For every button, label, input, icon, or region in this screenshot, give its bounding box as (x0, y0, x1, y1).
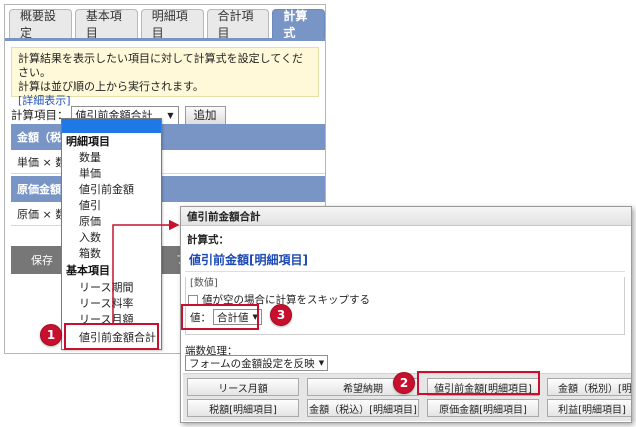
dropdown-option[interactable]: 単価 (62, 166, 161, 182)
dropdown-option[interactable]: 値引 (62, 198, 161, 214)
section-body-amount[interactable]: 単価 × 数 (11, 150, 325, 174)
chevron-down-icon: ▼ (318, 359, 325, 367)
dialog-title: 値引前金額合計 (181, 207, 631, 226)
tab-basic-items[interactable]: 基本項目 (74, 9, 138, 40)
callout-highlight-1 (64, 323, 159, 350)
callout-highlight-2 (417, 371, 540, 395)
info-line-1: 計算結果を表示したい項目に対して計算式を設定してください。 (18, 52, 304, 79)
skip-empty-checkbox[interactable] (188, 294, 198, 305)
callout-badge-2: 2 (393, 372, 415, 394)
dropdown-option[interactable]: 数量 (62, 150, 161, 166)
tab-formula[interactable]: 計算式 (272, 9, 326, 40)
dropdown-option[interactable]: 箱数 (62, 246, 161, 262)
rounding-select[interactable]: フォームの金額設定を反映 ▼ (185, 355, 329, 371)
field-button[interactable]: 金額（税込）[明細項目] (307, 399, 419, 417)
dropdown-option[interactable]: 入数 (62, 230, 161, 246)
tab-overview[interactable]: 概要設定 (9, 9, 72, 40)
section-header-cost: 原価金額 (11, 176, 325, 202)
dropdown-option[interactable]: 原価 (62, 214, 161, 230)
tab-underline (5, 38, 325, 41)
info-message: 計算結果を表示したい項目に対して計算式を設定してください。 計算は並び順の上から… (11, 47, 319, 107)
settings-tabs: 概要設定 基本項目 明細項目 合計項目 計算式 (9, 9, 326, 40)
save-button[interactable]: 保存 (21, 251, 63, 269)
dropdown-option[interactable]: リース料率 (62, 296, 161, 312)
info-line-2: 計算は並び順の上から実行されます。 (18, 80, 204, 93)
tab-total-items[interactable]: 合計項目 (206, 9, 270, 40)
partial-text: [数値] (190, 278, 218, 289)
dropdown-option[interactable]: 値引前金額 (62, 182, 161, 198)
section-header-amount: 金額（税 (11, 124, 325, 150)
calc-item-dropdown-list[interactable]: 明細項目 数量 単価 値引前金額 値引 原価 入数 箱数 基本項目 リース期間 … (61, 118, 162, 350)
callout-badge-1: 1 (40, 324, 62, 346)
field-button[interactable]: リース月額 (187, 378, 299, 396)
field-button[interactable]: 原価金額[明細項目] (427, 399, 539, 417)
field-button[interactable]: 利益[明細項目] (547, 399, 631, 417)
add-button[interactable]: 追加 (184, 105, 226, 125)
dropdown-option[interactable]: リース期間 (62, 280, 161, 296)
select-arrow-icon: ▼ (167, 110, 174, 120)
rounding-select-text: フォームの金額設定を反映 (189, 357, 315, 370)
formula-text: 値引前金額[明細項目] (189, 253, 308, 267)
field-button[interactable]: 金額（税別）[明細項 (547, 378, 631, 396)
tab-detail-items[interactable]: 明細項目 (140, 9, 204, 40)
callout-badge-3: 3 (270, 304, 292, 326)
rounding-select-wrap: フォームの金額設定を反映 ▼ (185, 355, 329, 371)
dropdown-group-basic: 基本項目 (66, 264, 110, 277)
dropdown-group-detail: 明細項目 (66, 135, 110, 148)
calc-item-label: 計算項目： (11, 108, 69, 122)
formula-display[interactable]: 値引前金額[明細項目] (185, 247, 625, 272)
callout-highlight-3 (181, 304, 259, 330)
dropdown-blank-option[interactable] (62, 119, 161, 133)
field-button[interactable]: 税額[明細項目] (187, 399, 299, 417)
formula-label: 計算式： (187, 234, 229, 246)
